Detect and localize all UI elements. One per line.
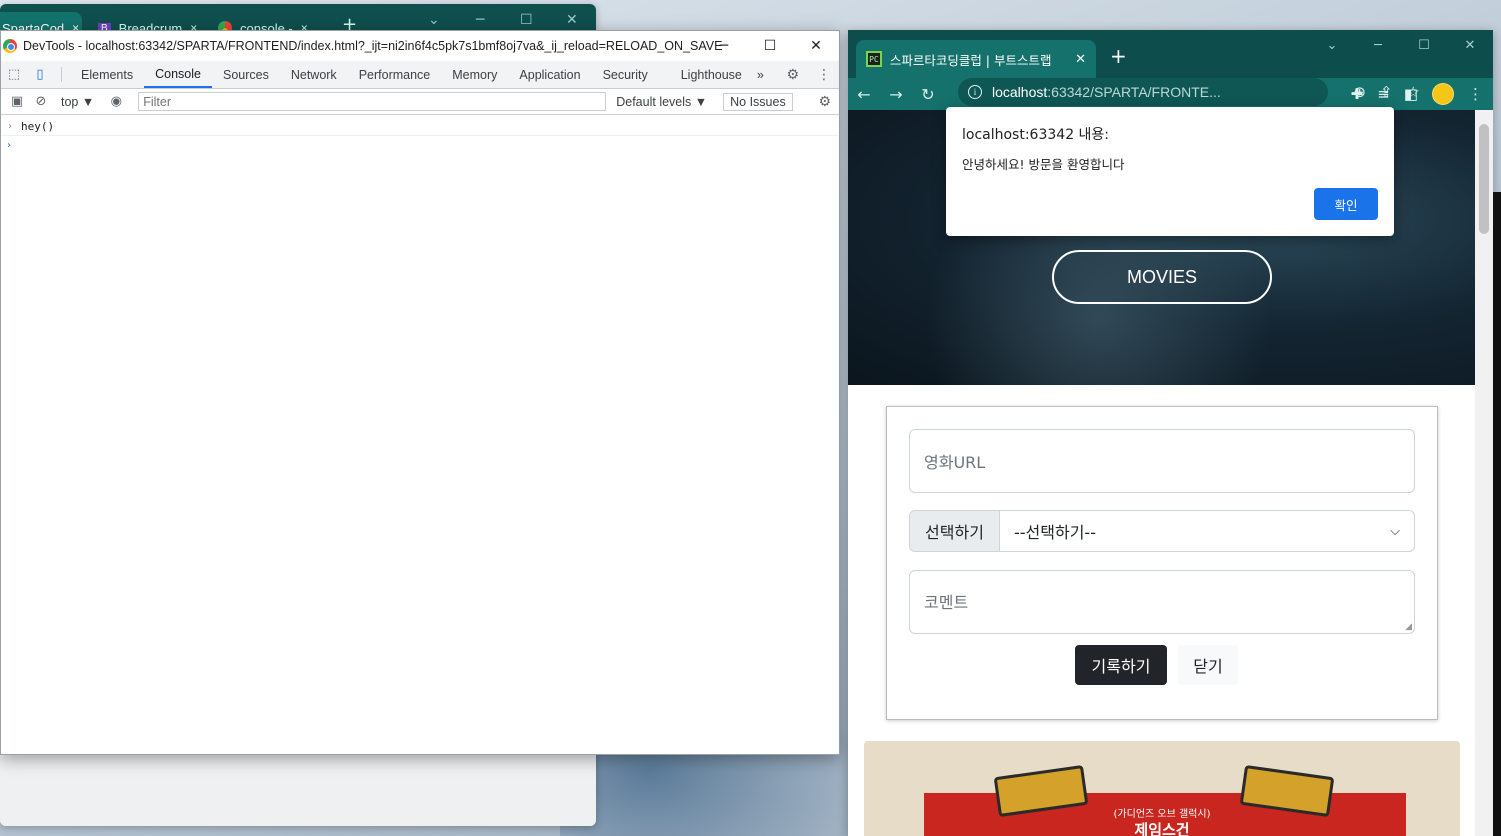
close-button[interactable]: 닫기: [1178, 645, 1238, 685]
avatar[interactable]: [1432, 83, 1454, 105]
poster-caption-top: (가디언즈 오브 갤럭시): [1113, 809, 1211, 820]
console-output: › hey() ›: [1, 115, 839, 154]
sidebar-toggle-icon[interactable]: ▣: [5, 94, 29, 109]
scrollbar-thumb[interactable]: [1479, 124, 1489, 234]
close-window-icon[interactable]: ✕: [1447, 30, 1493, 60]
comment-textarea[interactable]: 코멘트 ◢: [909, 570, 1415, 634]
minimize-icon[interactable]: ─: [701, 31, 747, 61]
movie-poster-card[interactable]: (가디언즈 오브 갤럭시) 제임스건: [864, 741, 1460, 836]
chevron-down-icon[interactable]: ⌄: [428, 12, 440, 28]
log-levels-dropdown[interactable]: Default levels ▼: [616, 95, 707, 109]
eye-icon[interactable]: ◉: [104, 94, 128, 109]
window-controls: ─ ☐ ✕: [701, 31, 839, 61]
kebab-menu-icon[interactable]: ⋮: [1468, 85, 1483, 103]
maximize-icon[interactable]: ☐: [747, 31, 793, 61]
tab-security[interactable]: Security: [592, 61, 659, 88]
reload-icon[interactable]: ↻: [912, 85, 944, 104]
device-toolbar-icon[interactable]: ▯: [27, 61, 53, 88]
tab-performance[interactable]: Performance: [348, 61, 442, 88]
browser-tabstrip: PC 스파르타코딩클럽 | 부트스트랩 ✕ + ⌄ ─ ☐ ✕: [848, 30, 1493, 78]
maximize-icon[interactable]: ☐: [520, 12, 533, 28]
alert-message: 안녕하세요! 방문을 환영합니다: [962, 157, 1125, 172]
new-tab-button[interactable]: +: [1110, 44, 1127, 68]
devtools-panel-tabs: ⬚ ▯ Elements Console Sources Network Per…: [1, 61, 839, 89]
address-bar[interactable]: i localhost:63342/SPARTA/FRONTE... ⊕ ⇪ ☆: [958, 78, 1420, 106]
url-text: localhost:63342/SPARTA/FRONTE...: [992, 84, 1221, 100]
side-panel-icon[interactable]: ◧: [1404, 85, 1418, 103]
comment-placeholder: 코멘트: [924, 593, 969, 612]
inspect-element-icon[interactable]: ⬚: [1, 61, 27, 88]
close-icon[interactable]: ✕: [1075, 52, 1086, 67]
chevron-down-icon[interactable]: ⌄: [1309, 30, 1355, 60]
devtools-title: DevTools - localhost:63342/SPARTA/FRONTE…: [23, 39, 723, 53]
select-addon-label: 선택하기: [910, 511, 1000, 551]
more-tabs-button[interactable]: »: [753, 61, 768, 88]
gear-icon[interactable]: ⚙: [786, 67, 799, 83]
chevron-down-icon: ⌵: [1390, 523, 1400, 539]
tab-memory[interactable]: Memory: [441, 61, 508, 88]
tab-sources[interactable]: Sources: [212, 61, 280, 88]
console-filter-bar: ▣ ⊘ top ▼ ◉ Default levels ▼ No Issues ⚙: [1, 89, 839, 115]
gear-icon[interactable]: ⚙: [818, 94, 831, 110]
page-scrollbar[interactable]: [1475, 110, 1493, 836]
context-selector[interactable]: top ▼: [61, 95, 94, 109]
resize-handle-icon[interactable]: ◢: [1405, 622, 1412, 632]
tab-application[interactable]: Application: [508, 61, 591, 88]
movie-form-card: 영화URL 선택하기 --선택하기-- ⌵ 코멘트 ◢ 기록하기 닫기: [886, 406, 1438, 720]
minimize-icon[interactable]: ─: [1355, 30, 1401, 60]
rating-select-value: --선택하기--: [1014, 523, 1096, 542]
close-window-icon[interactable]: ✕: [793, 31, 839, 61]
offscreen-window-edge: [1493, 192, 1501, 836]
devtools-window[interactable]: DevTools - localhost:63342/SPARTA/FRONTE…: [0, 30, 840, 755]
chevron-right-icon: ›: [7, 139, 11, 151]
poster-caption-main: 제임스건: [1134, 821, 1190, 836]
alert-ok-button[interactable]: 확인: [1314, 188, 1378, 220]
back-arrow-icon[interactable]: ←: [848, 85, 880, 104]
tab-network[interactable]: Network: [280, 61, 348, 88]
window-controls: ⌄ ─ ☐ ✕: [1309, 30, 1493, 60]
record-button[interactable]: 기록하기: [1075, 645, 1167, 685]
info-icon[interactable]: i: [968, 85, 982, 99]
divider: [61, 67, 62, 82]
devtools-toolbar-right: ⚙ ⋮: [786, 61, 831, 89]
alert-dialog: localhost:63342 내용: 안녕하세요! 방문을 환영합니다 확인: [946, 107, 1394, 236]
console-prompt[interactable]: ›: [1, 136, 839, 154]
kebab-menu-icon[interactable]: ⋮: [817, 67, 831, 83]
chevron-right-icon: ›: [7, 120, 14, 132]
extensions-icon[interactable]: ✚: [1351, 85, 1364, 103]
devtools-titlebar: DevTools - localhost:63342/SPARTA/FRONTE…: [1, 31, 839, 61]
browser-tab-active[interactable]: PC 스파르타코딩클럽 | 부트스트랩 ✕: [856, 40, 1096, 78]
url-path: :63342/SPARTA/FRONTE...: [1047, 84, 1221, 100]
movies-button[interactable]: MOVIES: [1052, 250, 1272, 304]
background-window-content: [0, 756, 596, 826]
console-filter-input[interactable]: [138, 92, 607, 111]
minimize-icon[interactable]: ─: [476, 12, 484, 28]
browser-toolbar-icons: ✚ ≡ ◧ ⋮: [1351, 78, 1483, 110]
alert-title: localhost:63342 내용:: [962, 127, 1110, 143]
console-entry-text: hey(): [21, 119, 55, 133]
close-window-icon[interactable]: ✕: [566, 12, 578, 28]
pycharm-favicon-icon: PC: [866, 51, 882, 67]
tab-console[interactable]: Console: [144, 61, 212, 88]
browser-tab-label: 스파르타코딩클럽 | 부트스트랩: [889, 52, 1052, 68]
rating-select[interactable]: --선택하기-- ⌵: [1000, 511, 1414, 551]
media-control-icon[interactable]: ≡: [1377, 85, 1390, 103]
rating-select-group: 선택하기 --선택하기-- ⌵: [909, 510, 1415, 552]
tab-elements[interactable]: Elements: [70, 61, 144, 88]
console-line: › hey(): [1, 117, 839, 136]
tab-lighthouse[interactable]: Lighthouse: [659, 61, 753, 88]
movie-url-input[interactable]: 영화URL: [909, 429, 1415, 493]
chrome-logo-icon: [3, 39, 17, 53]
issues-button[interactable]: No Issues: [723, 92, 793, 111]
url-host: localhost: [992, 84, 1048, 100]
clear-console-icon[interactable]: ⊘: [29, 94, 53, 109]
browser-toolbar: ← → ↻ i localhost:63342/SPARTA/FRONTE...…: [848, 78, 1493, 110]
maximize-icon[interactable]: ☐: [1401, 30, 1447, 60]
forward-arrow-icon[interactable]: →: [880, 85, 912, 104]
